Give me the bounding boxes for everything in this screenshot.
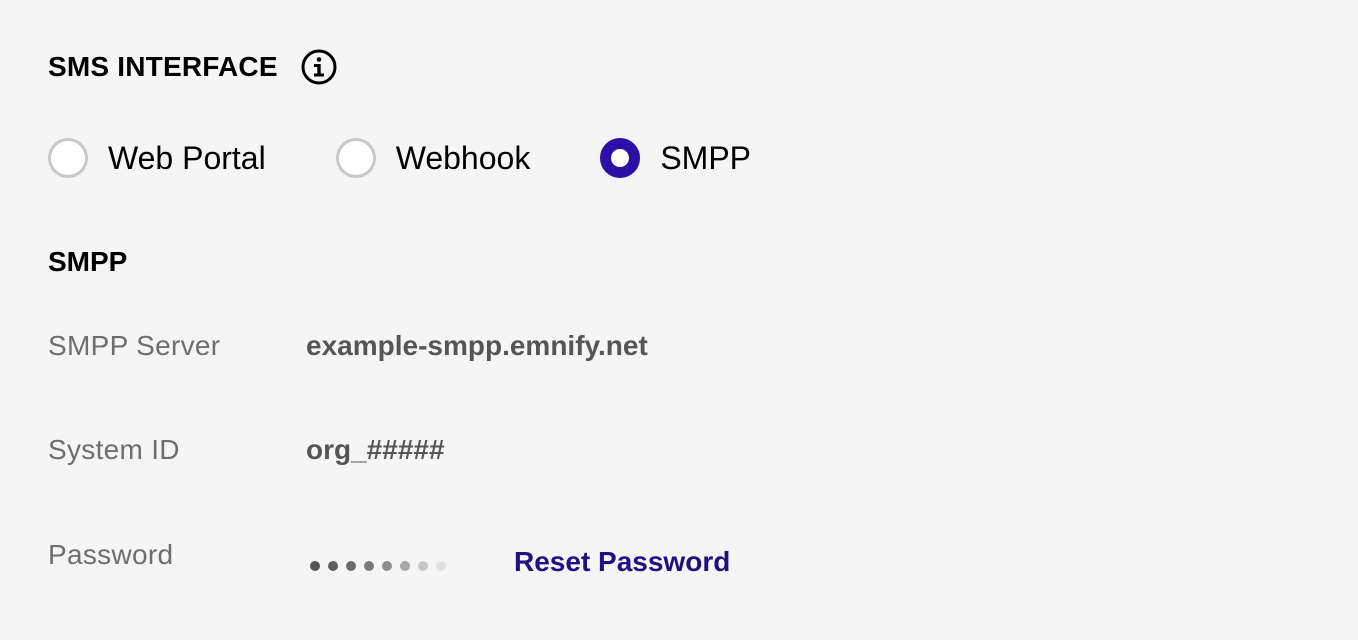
section-title: SMS INTERFACE: [48, 51, 278, 82]
reset-password-link[interactable]: Reset Password: [514, 546, 730, 578]
radio-web-portal[interactable]: [48, 138, 88, 178]
radio-webhook[interactable]: [335, 138, 376, 178]
password-label: Password: [48, 539, 174, 570]
radio-option-web-portal[interactable]: Web Portal: [48, 138, 266, 178]
radio-label-web-portal: Web Portal: [108, 139, 266, 176]
system-id-value: org_#####: [306, 434, 445, 465]
system-id-label: System ID: [48, 434, 180, 465]
radio-label-webhook: Webhook: [395, 139, 531, 176]
sms-interface-radio-group: Web Portal Webhook SMPP: [48, 136, 751, 180]
radio-option-smpp[interactable]: SMPP: [600, 138, 751, 178]
radio-label-smpp: SMPP: [660, 139, 751, 176]
smpp-section-title: SMPP: [48, 246, 128, 277]
smpp-server-label: SMPP Server: [48, 330, 221, 361]
radio-smpp[interactable]: [600, 138, 641, 178]
smpp-server-value: example-smpp.emnify.net: [306, 330, 648, 361]
section-header: SMS INTERFACE: [48, 46, 338, 88]
masked-password: [306, 558, 456, 574]
info-circle-icon[interactable]: [300, 48, 338, 86]
radio-option-webhook[interactable]: Webhook: [335, 138, 531, 178]
